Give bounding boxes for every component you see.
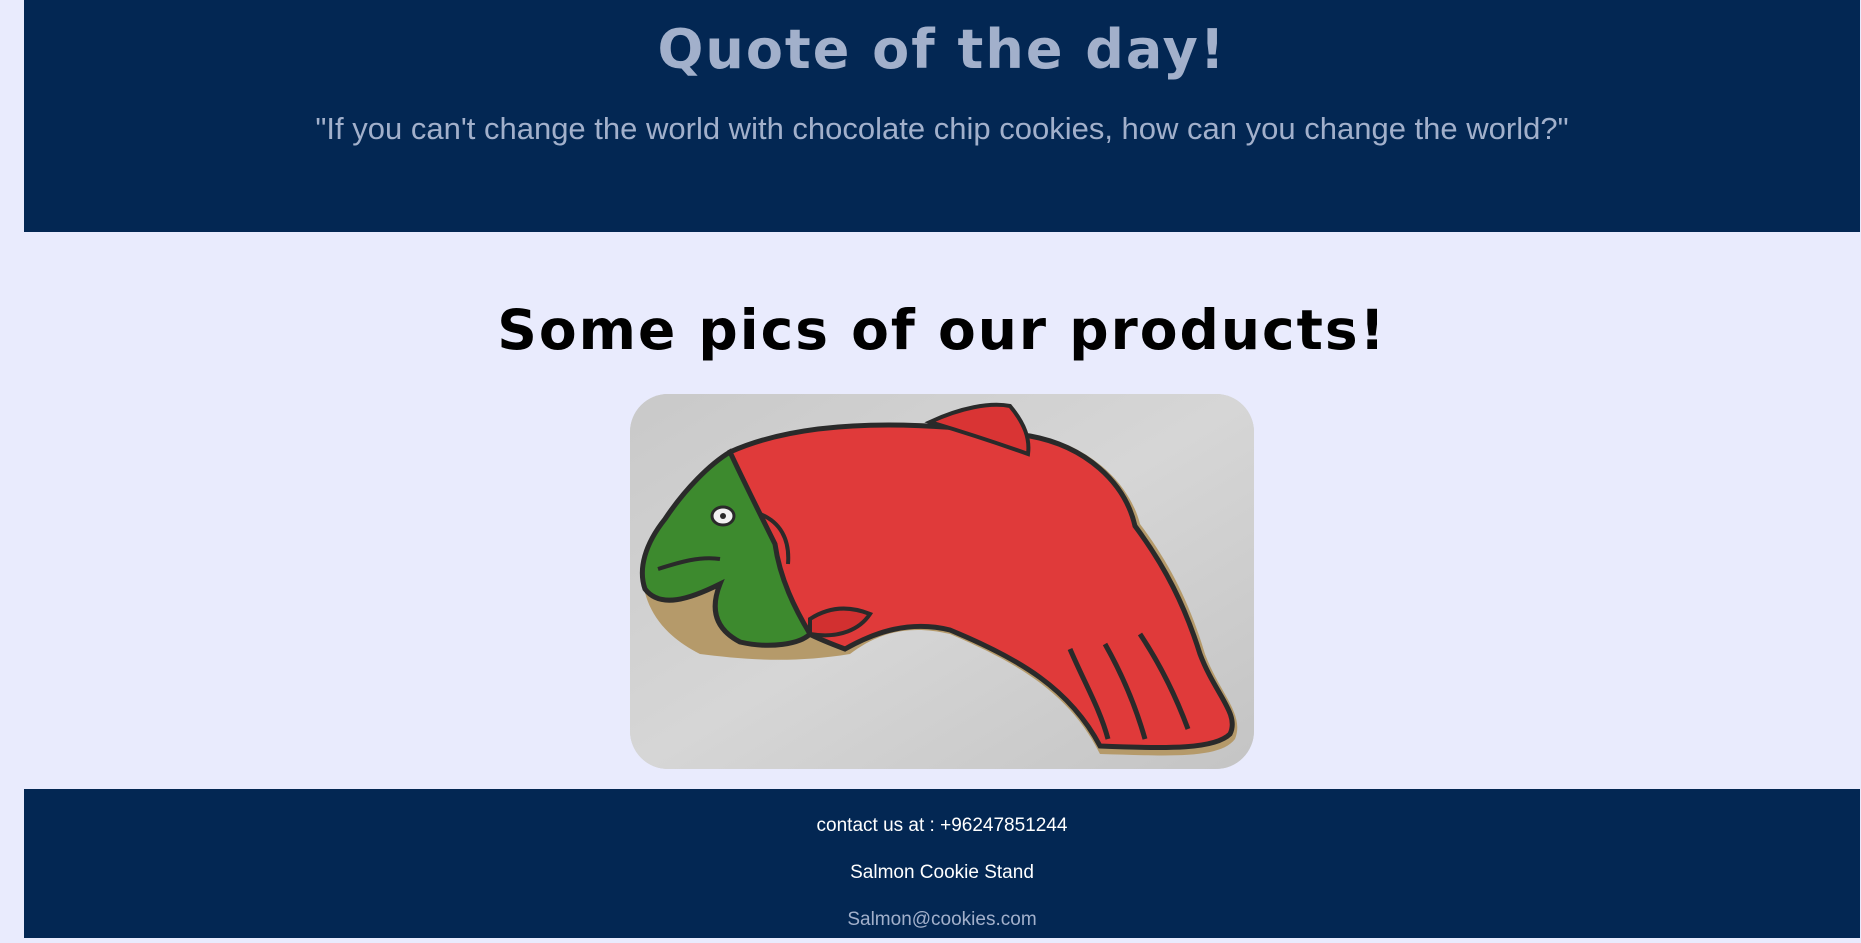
footer: contact us at : +96247851244 Salmon Cook…	[24, 789, 1860, 938]
product-image	[630, 394, 1254, 769]
business-name: Salmon Cookie Stand	[850, 862, 1034, 883]
quote-section: Quote of the day! "If you can't change t…	[24, 0, 1860, 232]
products-title: Some pics of our products!	[497, 298, 1387, 362]
contact-email-link[interactable]: Salmon@cookies.com	[24, 884, 1860, 931]
contact-phone: contact us at : +96247851244	[816, 815, 1068, 836]
quote-text: "If you can't change the world with choc…	[315, 111, 1569, 146]
salmon-cookie-picture	[630, 394, 1254, 769]
quote-title: Quote of the day!	[657, 18, 1227, 81]
